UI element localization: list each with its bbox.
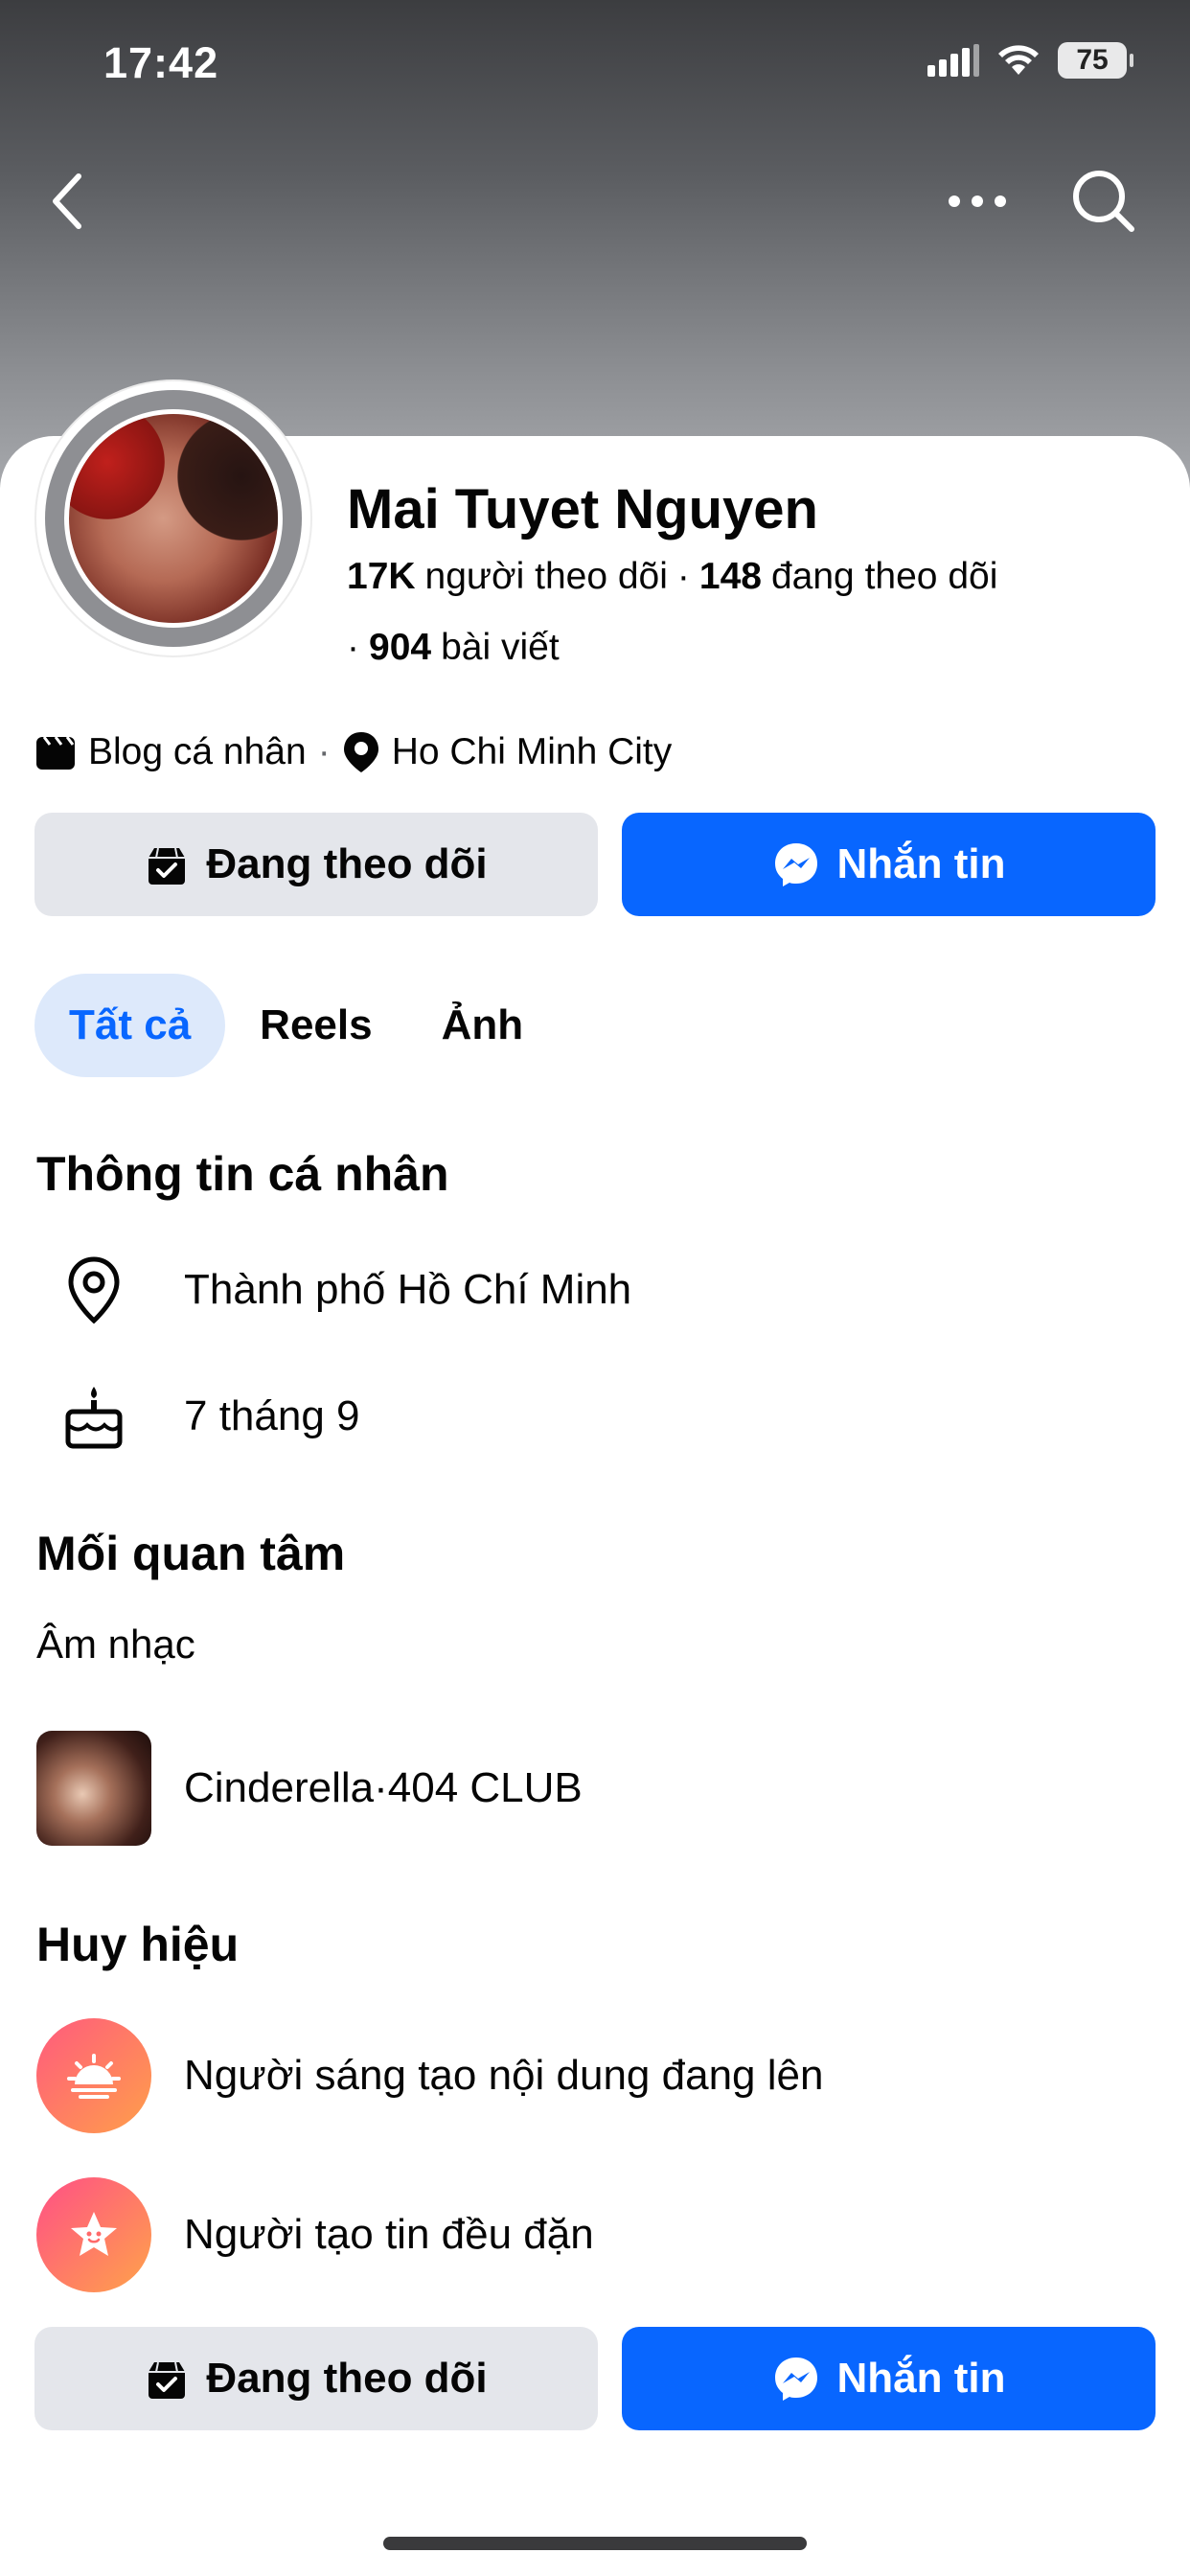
posts-count: 904	[369, 627, 432, 668]
personal-info-title: Thông tin cá nhân	[36, 1147, 449, 1201]
badge-item-regular-story[interactable]: Người tạo tin đều đặn	[36, 2177, 594, 2292]
tab-all[interactable]: Tất cả	[34, 974, 226, 1077]
sunrise-icon	[36, 2018, 151, 2133]
following-button[interactable]: Đang theo dõi	[34, 813, 598, 916]
status-icons: 75	[927, 42, 1133, 79]
search-button[interactable]	[1065, 163, 1142, 240]
info-location-text: Thành phố Hồ Chí Minh	[184, 1266, 632, 1313]
stats-separator: ·	[676, 556, 690, 597]
profile-meta: Blog cá nhân · Ho Chi Minh City	[34, 730, 672, 774]
following-label[interactable]: đang theo dõi	[771, 556, 997, 598]
interest-item[interactable]: Cinderella·404 CLUB	[36, 1731, 583, 1846]
profile-name: Mai Tuyet Nguyen	[347, 478, 818, 540]
badge-rising-creator-text: Người sáng tạo nội dung đang lên	[184, 2052, 824, 2099]
messenger-icon	[774, 2358, 817, 2401]
back-button[interactable]	[29, 163, 105, 240]
following-count[interactable]: 148	[699, 556, 762, 598]
message-button-bottom[interactable]: Nhắn tin	[622, 2327, 1156, 2430]
followers-count[interactable]: 17K	[347, 556, 416, 598]
chevron-left-icon	[53, 173, 81, 229]
location-pin-icon	[36, 1252, 151, 1328]
interest-thumbnail	[36, 1731, 151, 1846]
search-icon	[1073, 171, 1134, 232]
message-button-label: Nhắn tin	[836, 2355, 1006, 2402]
message-button-label: Nhắn tin	[836, 840, 1006, 887]
birthday-cake-icon	[36, 1378, 151, 1455]
info-row-birthday: 7 tháng 9	[36, 1378, 360, 1455]
profile-posts: · 904 bài viết	[347, 627, 560, 669]
following-button-bottom[interactable]: Đang theo dõi	[34, 2327, 598, 2430]
category-label: Blog cá nhân	[88, 731, 307, 772]
profile-stats: 17K người theo dõi · 148 đang theo dõi	[347, 556, 997, 598]
signal-icon	[927, 44, 979, 77]
message-button[interactable]: Nhắn tin	[622, 813, 1156, 916]
location-pin-icon	[343, 732, 378, 772]
profile-tabs: Tất cả Reels Ảnh	[34, 974, 558, 1077]
info-row-location[interactable]: Thành phố Hồ Chí Minh	[36, 1252, 631, 1328]
messenger-icon	[774, 843, 817, 886]
profile-avatar[interactable]	[36, 381, 310, 656]
battery-indicator: 75	[1058, 42, 1133, 79]
avatar-photo	[64, 409, 283, 628]
location-label[interactable]: Ho Chi Minh City	[392, 731, 673, 773]
avatar-story-ring	[45, 390, 302, 647]
posts-label: bài viết	[441, 627, 560, 668]
badge-item-rising-creator[interactable]: Người sáng tạo nội dung đang lên	[36, 2018, 823, 2133]
meta-separator: ·	[317, 731, 331, 772]
tab-reels[interactable]: Reels	[225, 974, 406, 1077]
following-button-label: Đang theo dõi	[206, 2355, 488, 2402]
following-check-icon	[149, 2361, 186, 2399]
badges-title: Huy hiệu	[36, 1918, 240, 1971]
tab-photos[interactable]: Ảnh	[407, 974, 559, 1077]
clapperboard-icon	[36, 736, 75, 770]
status-time: 17:42	[103, 38, 219, 87]
home-indicator[interactable]	[383, 2537, 807, 2550]
more-options-button[interactable]	[939, 163, 1016, 240]
interest-item-text: Cinderella·404 CLUB	[184, 1764, 583, 1811]
more-dots-icon	[949, 196, 1006, 207]
interests-category: Âm nhạc	[36, 1622, 195, 1667]
info-birthday-text: 7 tháng 9	[184, 1392, 360, 1439]
interests-title: Mối quan tâm	[36, 1527, 346, 1580]
star-face-icon	[36, 2177, 151, 2292]
followers-label[interactable]: người theo dõi	[425, 556, 668, 598]
badge-regular-story-text: Người tạo tin đều đặn	[184, 2211, 594, 2258]
following-check-icon	[149, 847, 186, 885]
following-button-label: Đang theo dõi	[206, 840, 488, 887]
posts-separator: ·	[347, 627, 359, 668]
wifi-icon	[998, 45, 1039, 75]
